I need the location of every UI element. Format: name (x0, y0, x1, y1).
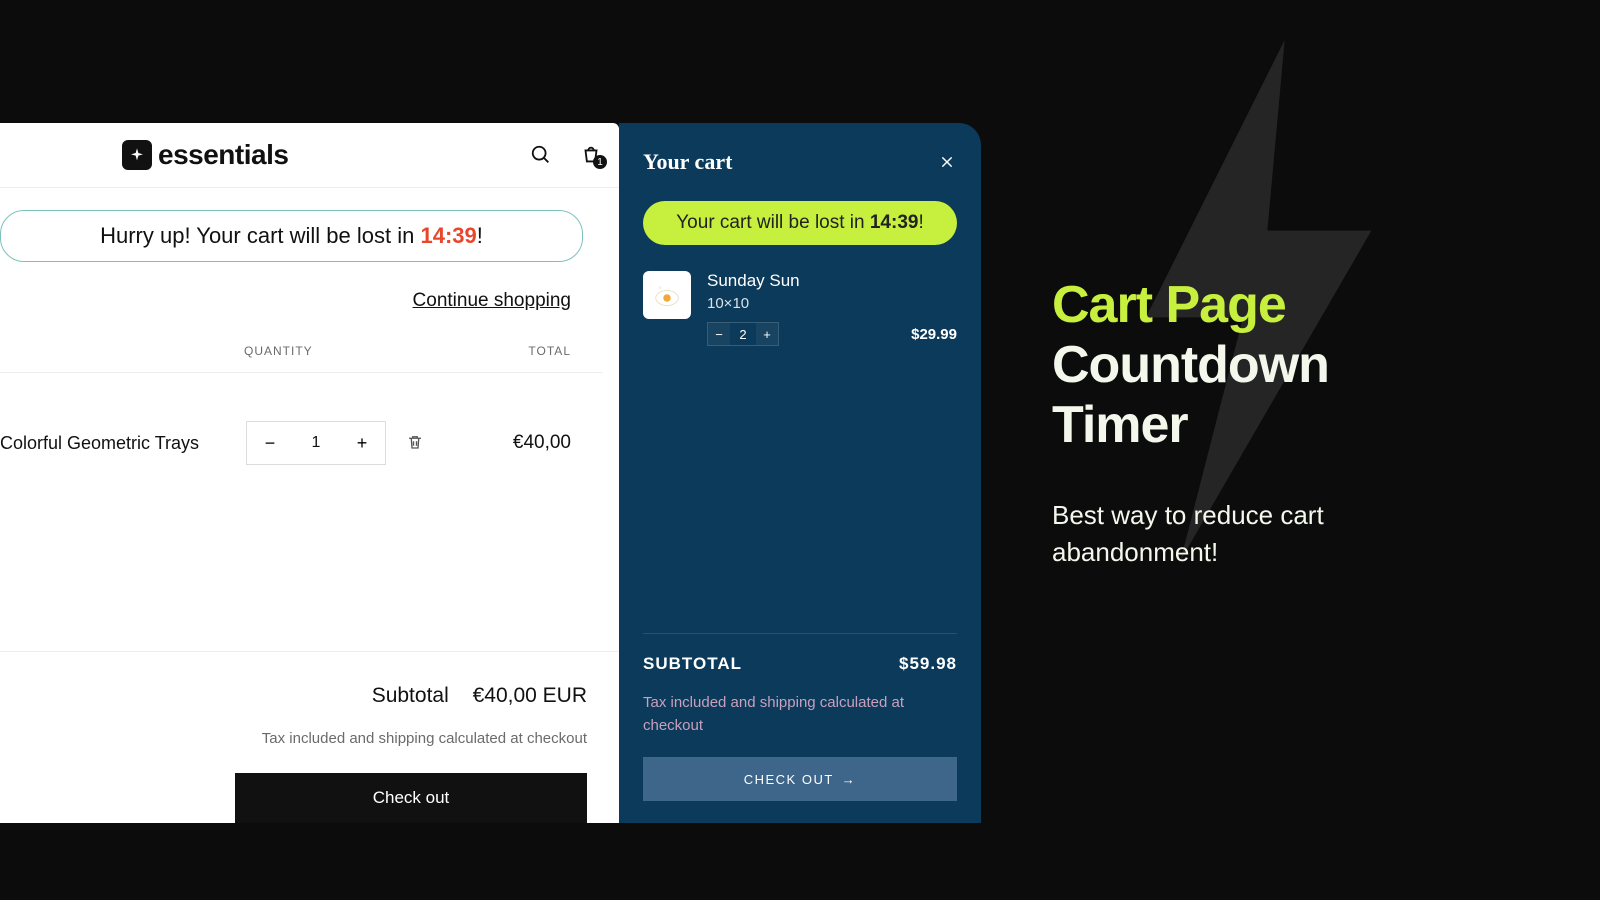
close-icon[interactable] (937, 152, 957, 172)
drawer-subtotal-label: SUBTOTAL (643, 654, 742, 674)
col-total-header: TOTAL (528, 344, 571, 358)
product-thumbnail[interactable] (643, 271, 691, 319)
checkout-label: CHECK OUT (744, 772, 834, 787)
drawer-checkout-button[interactable]: CHECK OUT → (643, 757, 957, 801)
marketing-title: Cart Page Countdown Timer (1052, 276, 1472, 455)
arrow-right-icon: → (842, 772, 857, 787)
urgency-banner-drawer: Your cart will be lost in 14:39! (643, 201, 957, 245)
qty-value: 1 (293, 434, 339, 452)
search-icon[interactable] (529, 143, 553, 167)
brand-name: essentials (158, 139, 288, 171)
qty-decrease-button[interactable]: − (247, 422, 293, 464)
subtotal-label: Subtotal (372, 684, 449, 707)
quantity-stepper[interactable]: − 1 + (246, 421, 386, 465)
countdown-time: 14:39 (870, 212, 919, 233)
qty-value: 2 (730, 327, 756, 342)
drawer-product-variant: 10×10 (707, 295, 957, 312)
title-rest: Countdown Timer (1052, 336, 1329, 454)
checkout-button[interactable]: Check out (235, 773, 587, 823)
qty-decrease-button[interactable]: − (708, 323, 730, 345)
drawer-product-name[interactable]: Sunday Sun (707, 271, 957, 291)
subtotal-value: €40,00 EUR (473, 684, 587, 707)
cart-count-badge: 1 (593, 155, 607, 169)
marketing-copy: Cart Page Countdown Timer Best way to re… (1052, 276, 1472, 570)
cart-line-item: Colorful Geometric Trays − 1 + €40,00 (0, 373, 603, 513)
drawer-quantity-stepper[interactable]: − 2 + (707, 322, 779, 346)
cart-icon[interactable]: 1 (579, 143, 603, 167)
store-logo[interactable]: essentials (122, 139, 288, 171)
qty-increase-button[interactable]: + (339, 422, 385, 464)
qty-increase-button[interactable]: + (756, 323, 778, 345)
title-highlight: Cart Page (1052, 276, 1286, 334)
light-cart-card: essentials 1 Hurry up! Your cart will be… (0, 123, 619, 823)
urgency-prefix: Hurry up! Your cart will be lost in (100, 223, 420, 248)
continue-shopping-link[interactable]: Continue shopping (0, 290, 571, 312)
countdown-time: 14:39 (420, 223, 476, 248)
marketing-subtitle: Best way to reduce cart abandonment! (1052, 497, 1472, 570)
cart-footer: Subtotal €40,00 EUR Tax included and shi… (0, 651, 619, 823)
drawer-line-price: $29.99 (911, 326, 957, 343)
remove-item-button[interactable] (406, 433, 426, 453)
store-header: essentials 1 (0, 123, 619, 188)
col-quantity-header: QUANTITY (244, 344, 313, 358)
drawer-subtotal-value: $59.98 (899, 654, 957, 674)
urgency-suffix: ! (477, 223, 483, 248)
urgency-prefix: Your cart will be lost in (676, 212, 870, 233)
urgency-banner: Hurry up! Your cart will be lost in 14:3… (0, 210, 583, 262)
tax-note: Tax included and shipping calculated at … (0, 730, 587, 747)
drawer-tax-note: Tax included and shipping calculated at … (643, 692, 957, 737)
cart-drawer: Your cart Your cart will be lost in 14:3… (619, 123, 981, 823)
line-price: €40,00 (513, 432, 571, 454)
drawer-line-item: Sunday Sun 10×10 − 2 + $29.99 (643, 271, 957, 346)
product-name[interactable]: Colorful Geometric Trays (0, 433, 246, 454)
sparkle-icon (122, 140, 152, 170)
drawer-title: Your cart (643, 149, 732, 175)
urgency-suffix: ! (918, 212, 923, 233)
cart-column-headers: QUANTITY TOTAL (0, 312, 603, 373)
